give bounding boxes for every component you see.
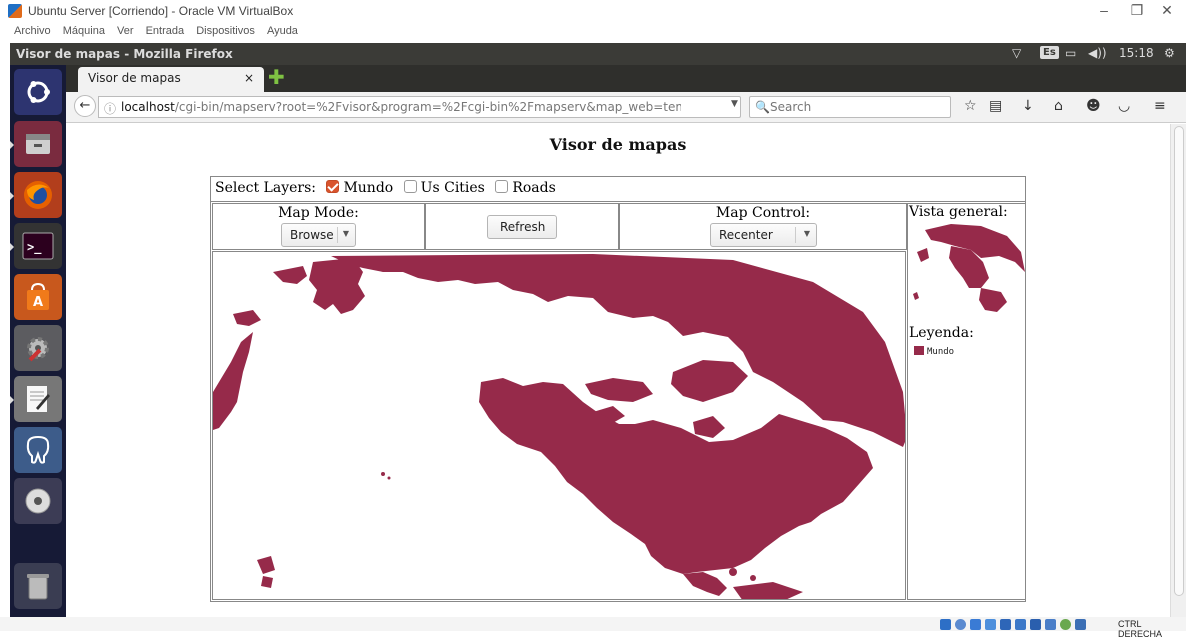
menu-ayuda[interactable]: Ayuda bbox=[267, 25, 298, 37]
mouse-integration-icon[interactable] bbox=[1075, 619, 1086, 630]
tab-bar: Visor de mapas × ✚ bbox=[66, 65, 1186, 92]
bookmarks-library-icon[interactable]: ▤ bbox=[989, 98, 1002, 114]
network-icon[interactable] bbox=[1000, 619, 1011, 630]
minimize-button[interactable]: – bbox=[1089, 2, 1119, 18]
layer-mundo-checkbox[interactable] bbox=[326, 180, 340, 193]
menu-maquina[interactable]: Máquina bbox=[63, 25, 105, 37]
chat-icon[interactable]: ☻ bbox=[1086, 98, 1101, 114]
host-title-bar: Ubuntu Server [Corriendo] - Oracle VM Vi… bbox=[0, 0, 1186, 22]
legend-swatch bbox=[914, 346, 924, 355]
tab-close-icon[interactable]: × bbox=[244, 71, 254, 85]
page-title: Visor de mapas bbox=[549, 135, 687, 154]
new-tab-button[interactable]: ✚ bbox=[268, 67, 285, 87]
map-control-cell: Map Control: Recenter ▼ bbox=[619, 203, 907, 250]
host-window-title: Ubuntu Server [Corriendo] - Oracle VM Vi… bbox=[28, 4, 294, 18]
video-capture-icon[interactable] bbox=[1030, 619, 1041, 630]
keyboard-layout-indicator[interactable]: Es bbox=[1040, 46, 1059, 59]
battery-icon[interactable]: ▭ bbox=[1065, 46, 1076, 60]
map-canvas[interactable] bbox=[213, 252, 906, 600]
host-status-bar: CTRL DERECHA bbox=[0, 617, 1186, 639]
optical-drive-icon[interactable] bbox=[955, 619, 966, 630]
scrollbar-thumb[interactable] bbox=[1174, 126, 1184, 596]
menu-archivo[interactable]: Archivo bbox=[14, 25, 51, 37]
tab-visor-de-mapas[interactable]: Visor de mapas × bbox=[78, 67, 264, 92]
refresh-button[interactable]: Refresh bbox=[487, 215, 557, 239]
search-box[interactable]: 🔍 Search bbox=[749, 96, 951, 118]
map-mode-select[interactable]: Browse ▼ bbox=[281, 223, 356, 247]
bookmark-star-icon[interactable]: ☆ bbox=[964, 98, 977, 114]
downloads-icon[interactable]: ↓ bbox=[1022, 98, 1034, 114]
guest-window-title: Visor de mapas - Mozilla Firefox bbox=[16, 47, 233, 61]
hdd-icon[interactable] bbox=[940, 619, 951, 630]
layer-roads-label: Roads bbox=[512, 180, 556, 196]
refresh-cell: Refresh bbox=[425, 203, 619, 250]
svg-text:A: A bbox=[33, 295, 43, 310]
select-layers-row: Select Layers: Mundo Us Cities Roads bbox=[210, 176, 1026, 202]
display-icon[interactable] bbox=[1015, 619, 1026, 630]
menu-dispositivos[interactable]: Dispositivos bbox=[196, 25, 255, 37]
wifi-icon[interactable]: ▽ bbox=[1012, 46, 1021, 60]
text-editor-icon[interactable] bbox=[10, 376, 62, 422]
select-layers-label: Select Layers: bbox=[215, 180, 316, 196]
unity-launcher: >_ A bbox=[10, 65, 66, 617]
settings-gear-icon[interactable]: ⚙ bbox=[1164, 46, 1175, 60]
trash-icon[interactable] bbox=[14, 563, 62, 609]
files-icon[interactable] bbox=[10, 121, 62, 167]
home-icon[interactable]: ⌂ bbox=[1054, 98, 1063, 114]
layer-roads-checkbox[interactable] bbox=[495, 180, 509, 193]
map-control-label: Map Control: bbox=[715, 205, 811, 221]
ubuntu-top-panel: Visor de mapas - Mozilla Firefox ▽ Es ▭ … bbox=[10, 43, 1186, 65]
dvd-icon[interactable] bbox=[14, 478, 62, 524]
side-panel: Vista general: Leyenda: Mundo bbox=[907, 203, 1026, 600]
search-placeholder: Search bbox=[770, 100, 812, 114]
usb-icon[interactable] bbox=[970, 619, 981, 630]
close-button[interactable]: ✕ bbox=[1152, 2, 1182, 19]
menu-entrada[interactable]: Entrada bbox=[146, 25, 185, 37]
menu-hamburger-icon[interactable]: ≡ bbox=[1154, 98, 1166, 114]
software-center-icon[interactable]: A bbox=[14, 274, 62, 320]
cpu-icon[interactable] bbox=[1045, 619, 1056, 630]
layer-mundo-label: Mundo bbox=[343, 180, 394, 196]
layer-us-cities-checkbox[interactable] bbox=[403, 180, 417, 193]
postgresql-icon[interactable] bbox=[14, 427, 62, 473]
url-dropdown-icon[interactable]: ▼ bbox=[731, 99, 738, 109]
search-icon: 🔍 bbox=[755, 100, 770, 114]
navigation-bar: ← ⓘ localhost/cgi-bin/mapserv?root=%2Fvi… bbox=[66, 92, 1186, 123]
svg-text:>_: >_ bbox=[27, 240, 42, 255]
menu-ver[interactable]: Ver bbox=[117, 25, 134, 37]
back-button[interactable]: ← bbox=[74, 95, 96, 117]
host-key-label: CTRL DERECHA bbox=[1118, 619, 1163, 639]
terminal-icon[interactable]: >_ bbox=[10, 223, 62, 269]
volume-icon[interactable]: ◀)) bbox=[1088, 46, 1107, 60]
main-map[interactable] bbox=[212, 251, 906, 600]
clock[interactable]: 15:18 bbox=[1119, 46, 1154, 60]
vrde-icon[interactable] bbox=[1060, 619, 1071, 630]
pocket-icon[interactable]: ◡ bbox=[1118, 98, 1130, 114]
url-bar[interactable]: ⓘ localhost/cgi-bin/mapserv?root=%2Fviso… bbox=[98, 96, 741, 118]
map-control-select[interactable]: Recenter ▼ bbox=[710, 223, 817, 247]
url-text: localhost/cgi-bin/mapserv?root=%2Fvisor&… bbox=[121, 100, 681, 114]
vertical-scrollbar[interactable] bbox=[1170, 124, 1186, 617]
firefox-icon[interactable] bbox=[10, 172, 62, 218]
overview-label: Vista general: bbox=[909, 204, 1008, 220]
map-mode-cell: Map Mode: Browse ▼ bbox=[212, 203, 425, 250]
legend-label: Leyenda: bbox=[909, 325, 974, 341]
layer-us-cities-label: Us Cities bbox=[420, 180, 485, 196]
system-settings-icon[interactable] bbox=[14, 325, 62, 371]
page-content: Visor de mapas Select Layers: Mundo Us C… bbox=[66, 124, 1170, 617]
legend-item-mundo: Mundo bbox=[914, 346, 954, 357]
virtualbox-icon bbox=[8, 4, 22, 18]
map-mode-label: Map Mode: bbox=[278, 205, 359, 221]
host-menu-bar: Archivo Máquina Ver Entrada Dispositivos… bbox=[0, 22, 1186, 40]
tab-label: Visor de mapas bbox=[88, 71, 181, 85]
site-info-icon[interactable]: ⓘ bbox=[104, 100, 116, 117]
maximize-button[interactable]: ❐ bbox=[1122, 2, 1152, 19]
shared-folders-icon[interactable] bbox=[985, 619, 996, 630]
overview-map[interactable] bbox=[911, 222, 1025, 314]
ubuntu-dash-icon[interactable] bbox=[14, 69, 62, 115]
